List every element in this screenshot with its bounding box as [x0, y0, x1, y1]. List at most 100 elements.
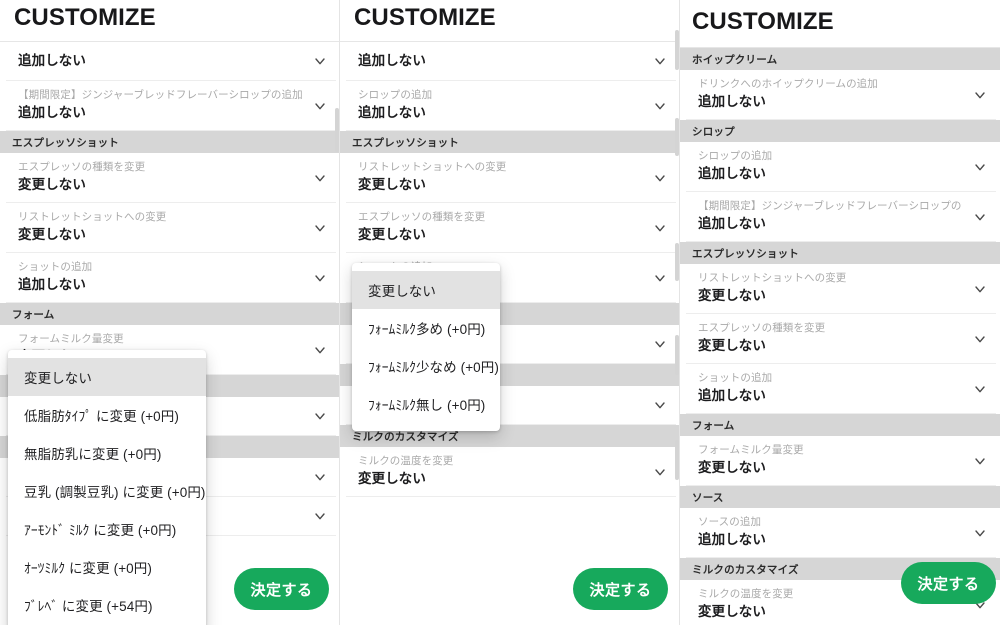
- customize-panel-1: CUSTOMIZE 追加しない 【期間限定】ジンジャーブレッドフレーバーシロップの…: [0, 0, 340, 625]
- option-row[interactable]: ドリンクへのホイップクリームの追加 追加しない: [686, 70, 996, 120]
- chevron-down-icon[interactable]: [312, 170, 328, 186]
- chevron-down-icon[interactable]: [312, 342, 328, 358]
- chevron-down-icon[interactable]: [652, 464, 668, 480]
- option-value: 追加しない: [698, 388, 766, 403]
- chevron-down-icon[interactable]: [652, 270, 668, 286]
- option-row[interactable]: エスプレッソの種類を変更 変更しない: [6, 153, 336, 203]
- option-value: 追加しない: [698, 216, 766, 231]
- option-value: 変更しない: [698, 338, 766, 353]
- option-row[interactable]: エスプレッソの種類を変更 変更しない: [686, 314, 996, 364]
- chevron-down-icon[interactable]: [312, 98, 328, 114]
- option-label: シロップの追加: [698, 150, 773, 162]
- dropdown-option[interactable]: 低脂肪ﾀｲﾌﾟ に変更 (+0円): [8, 396, 206, 434]
- option-value: 追加しない: [18, 53, 86, 68]
- chevron-down-icon[interactable]: [312, 508, 328, 524]
- option-label: ミルクの温度を変更: [358, 455, 454, 467]
- chevron-down-icon[interactable]: [312, 270, 328, 286]
- option-value: 変更しない: [358, 471, 426, 486]
- section-header: フォーム: [0, 303, 340, 325]
- foam-milk-amount-dropdown[interactable]: 変更しない ﾌｫｰﾑﾐﾙｸ多め (+0円) ﾌｫｰﾑﾐﾙｸ少なめ (+0円) ﾌｫｰﾑ…: [352, 263, 500, 431]
- option-row[interactable]: ミルクの温度を変更 変更しない: [346, 447, 676, 497]
- confirm-button-panel-2[interactable]: 決定する: [573, 568, 668, 610]
- option-row[interactable]: シロップの追加 追加しない: [346, 81, 676, 131]
- option-row[interactable]: リストレットショットへの変更 変更しない: [6, 203, 336, 253]
- option-row[interactable]: ショットの追加追加しない: [686, 364, 996, 414]
- chevron-down-icon[interactable]: [972, 209, 988, 225]
- chevron-down-icon[interactable]: [312, 220, 328, 236]
- option-row[interactable]: フォームミルク量変更変更しない: [686, 436, 996, 486]
- chevron-down-icon[interactable]: [652, 53, 668, 69]
- option-row[interactable]: ソースの追加 追加しない: [686, 508, 996, 558]
- page-title-panel-2: CUSTOMIZE: [354, 4, 496, 31]
- chevron-down-icon[interactable]: [972, 87, 988, 103]
- dropdown-option[interactable]: ｱｰﾓﾝﾄﾞ ﾐﾙｸ に変更 (+0円): [8, 510, 206, 548]
- chevron-down-icon[interactable]: [972, 281, 988, 297]
- chevron-down-icon[interactable]: [972, 159, 988, 175]
- page-title-panel-3: CUSTOMIZE: [692, 8, 834, 35]
- option-row[interactable]: エスプレッソの種類を変更 変更しない: [346, 203, 676, 253]
- section-header: ホイップクリーム: [680, 48, 1000, 70]
- option-label: 【期間限定】ジンジャーブレッドフレーバーシロップの追加: [18, 89, 302, 101]
- option-label: ショットの追加: [698, 372, 773, 384]
- chevron-down-icon[interactable]: [652, 397, 668, 413]
- option-value: 変更しない: [698, 460, 766, 475]
- option-label: エスプレッソの種類を変更: [358, 211, 486, 223]
- chevron-down-icon[interactable]: [972, 381, 988, 397]
- option-row[interactable]: 【期間限定】ジンジャーブレッドフレーバーシロップの追加 追加しない: [686, 192, 996, 242]
- chevron-down-icon[interactable]: [652, 170, 668, 186]
- section-header: エスプレッソショット: [340, 131, 680, 153]
- option-row[interactable]: 追加しない: [6, 42, 336, 81]
- panel-2-right-divider: [679, 0, 680, 625]
- option-row[interactable]: リストレットショットへの変更 変更しない: [686, 264, 996, 314]
- chevron-down-icon[interactable]: [312, 53, 328, 69]
- option-value: 変更しない: [18, 227, 86, 242]
- dropdown-option[interactable]: ｵｰﾂﾐﾙｸ に変更 (+0円): [8, 548, 206, 586]
- option-label: フォームミルク量変更: [18, 333, 124, 345]
- option-value: 追加しない: [698, 166, 766, 181]
- option-row[interactable]: リストレットショットへの変更 変更しない: [346, 153, 676, 203]
- option-value: 変更しない: [698, 288, 766, 303]
- customize-three-panel-screen: CUSTOMIZE 追加しない 【期間限定】ジンジャーブレッドフレーバーシロップの…: [0, 0, 1000, 625]
- section-header: エスプレッソショット: [680, 242, 1000, 264]
- option-row[interactable]: 【期間限定】ジンジャーブレッドフレーバーシロップの追加 追加しない: [6, 81, 336, 131]
- customize-panel-3: CUSTOMIZE ホイップクリーム ドリンクへのホイップクリームの追加 追加しない…: [680, 0, 1000, 625]
- option-label: シロップの追加: [358, 89, 433, 101]
- chevron-down-icon[interactable]: [652, 336, 668, 352]
- option-label: ショットの追加: [18, 261, 93, 273]
- option-value: 変更しない: [358, 227, 426, 242]
- section-header: ソース: [680, 486, 1000, 508]
- dropdown-option[interactable]: ﾌｫｰﾑﾐﾙｸ無し (+0円): [352, 385, 500, 423]
- option-label: エスプレッソの種類を変更: [18, 161, 146, 173]
- panel-3-option-list[interactable]: ホイップクリーム ドリンクへのホイップクリームの追加 追加しない シロップ シロップの追…: [680, 48, 1000, 625]
- option-label: 【期間限定】ジンジャーブレッドフレーバーシロップの追加: [698, 200, 962, 212]
- confirm-button-panel-3[interactable]: 決定する: [901, 562, 996, 604]
- option-row[interactable]: シロップの追加 追加しない: [686, 142, 996, 192]
- dropdown-option[interactable]: 豆乳 (調製豆乳) に変更 (+0円): [8, 472, 206, 510]
- chevron-down-icon[interactable]: [312, 408, 328, 424]
- option-value: 追加しない: [698, 94, 766, 109]
- chevron-down-icon[interactable]: [652, 220, 668, 236]
- option-label: リストレットショットへの変更: [18, 211, 167, 223]
- option-row[interactable]: 追加しない: [346, 42, 676, 81]
- chevron-down-icon[interactable]: [652, 98, 668, 114]
- dropdown-option[interactable]: 変更しない: [8, 358, 206, 396]
- chevron-down-icon[interactable]: [972, 453, 988, 469]
- option-label: ソースの追加: [698, 516, 762, 528]
- dropdown-option[interactable]: 変更しない: [352, 271, 500, 309]
- milk-change-dropdown[interactable]: 変更しない 低脂肪ﾀｲﾌﾟ に変更 (+0円) 無脂肪乳に変更 (+0円) 豆乳 (調…: [8, 350, 206, 625]
- panel-1-right-divider: [339, 0, 340, 625]
- option-value: 追加しない: [358, 53, 426, 68]
- option-label: エスプレッソの種類を変更: [698, 322, 826, 334]
- section-header: シロップ: [680, 120, 1000, 142]
- section-header: フォーム: [680, 414, 1000, 436]
- chevron-down-icon[interactable]: [972, 525, 988, 541]
- dropdown-option[interactable]: ﾌｫｰﾑﾐﾙｸ少なめ (+0円): [352, 347, 500, 385]
- option-row[interactable]: ショットの追加追加しない: [6, 253, 336, 303]
- chevron-down-icon[interactable]: [312, 469, 328, 485]
- dropdown-option[interactable]: ﾌｫｰﾑﾐﾙｸ多め (+0円): [352, 309, 500, 347]
- confirm-button-panel-1[interactable]: 決定する: [234, 568, 329, 610]
- dropdown-option[interactable]: ﾌﾞﾚﾍﾞ に変更 (+54円): [8, 586, 206, 624]
- dropdown-option[interactable]: 無脂肪乳に変更 (+0円): [8, 434, 206, 472]
- option-label: リストレットショットへの変更: [358, 161, 507, 173]
- chevron-down-icon[interactable]: [972, 331, 988, 347]
